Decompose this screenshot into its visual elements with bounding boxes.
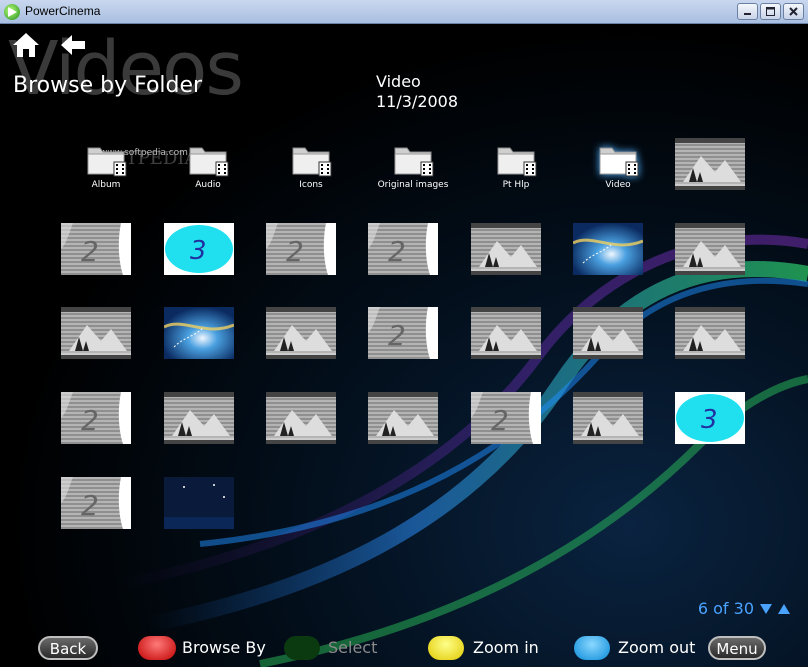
folder-item[interactable]: Original images <box>368 140 458 190</box>
folder-icon <box>84 140 128 178</box>
svg-text:2: 2 <box>388 235 406 268</box>
svg-text:2: 2 <box>81 235 99 268</box>
powercinema-app-icon <box>4 4 20 20</box>
video-thumbnail[interactable]: 2 <box>61 392 131 444</box>
page-subtitle: Browse by Folder <box>13 73 203 98</box>
home-icon[interactable] <box>12 32 40 58</box>
video-thumbnail[interactable] <box>573 223 643 275</box>
page-down-icon[interactable] <box>760 603 772 614</box>
video-thumbnail[interactable] <box>266 392 336 444</box>
video-thumbnail[interactable]: 2 <box>61 223 131 275</box>
folder-icon <box>186 140 230 178</box>
folder-item[interactable]: Pt Hlp <box>471 140 561 190</box>
svg-text:2: 2 <box>81 404 99 437</box>
yellow-key-icon <box>428 636 464 660</box>
video-thumbnail[interactable]: 3 <box>164 223 234 275</box>
zoom-out-button[interactable]: Zoom out <box>618 636 695 660</box>
video-thumbnail[interactable]: 2 <box>471 392 541 444</box>
folder-icon <box>391 140 435 178</box>
video-thumbnail[interactable] <box>471 307 541 359</box>
page-counter: 6 of 30 <box>697 599 754 618</box>
menu-button[interactable]: Menu <box>708 636 766 660</box>
video-thumbnail[interactable] <box>164 477 234 529</box>
footer-controls: Back Browse By Select Zoom in Zoom out M… <box>0 630 808 666</box>
blue-key-icon <box>574 636 610 660</box>
video-thumbnail[interactable] <box>368 392 438 444</box>
pager: 6 of 30 <box>698 599 790 618</box>
powercinema-window: PowerCinema Videos Browse by Folder Vide… <box>0 0 808 667</box>
back-button[interactable]: Back <box>38 636 98 660</box>
page-up-icon[interactable] <box>778 603 790 614</box>
folder-label: Video <box>605 180 631 190</box>
folder-icon <box>289 140 333 178</box>
svg-text:3: 3 <box>701 405 718 435</box>
zoom-in-button[interactable]: Zoom in <box>473 636 539 660</box>
folder-label: Icons <box>299 180 323 190</box>
folder-label: Original images <box>377 180 449 190</box>
title-bar: PowerCinema <box>0 0 808 24</box>
close-button[interactable] <box>783 3 804 20</box>
select-button[interactable]: Select <box>328 636 377 660</box>
svg-text:2: 2 <box>81 489 99 522</box>
video-thumbnail[interactable]: 3 <box>675 392 745 444</box>
svg-text:2: 2 <box>286 235 304 268</box>
browse-by-button[interactable]: Browse By <box>182 636 266 660</box>
selection-info: Video 11/3/2008 <box>376 72 458 112</box>
video-thumbnail[interactable] <box>61 307 131 359</box>
main-content: Videos Browse by Folder Video 11/3/2008 … <box>0 24 808 667</box>
video-thumbnail[interactable]: 2 <box>368 307 438 359</box>
folder-item[interactable]: Video <box>573 140 663 190</box>
video-thumbnail[interactable]: 2 <box>368 223 438 275</box>
video-thumbnail[interactable] <box>573 392 643 444</box>
maximize-button[interactable] <box>760 3 781 20</box>
back-arrow-icon[interactable] <box>60 34 86 56</box>
video-thumbnail[interactable] <box>675 307 745 359</box>
selected-item-name: Video <box>376 72 421 91</box>
video-thumbnail[interactable] <box>164 392 234 444</box>
folder-item[interactable]: Audio <box>163 140 253 190</box>
video-thumbnail[interactable] <box>675 223 745 275</box>
folder-label: Album <box>91 180 121 190</box>
red-key-icon <box>138 636 176 660</box>
minimize-icon <box>744 13 751 15</box>
folder-icon <box>596 140 640 178</box>
folder-item[interactable]: Icons <box>266 140 356 190</box>
video-thumbnail[interactable] <box>573 307 643 359</box>
selected-item-date: 11/3/2008 <box>376 92 459 111</box>
video-thumbnail[interactable]: 2 <box>61 477 131 529</box>
window-title: PowerCinema <box>25 4 101 18</box>
folder-item[interactable]: Album <box>61 140 151 190</box>
minimize-button[interactable] <box>737 3 758 20</box>
folder-icon <box>494 140 538 178</box>
video-thumbnail[interactable] <box>164 307 234 359</box>
maximize-icon <box>766 7 775 16</box>
svg-text:2: 2 <box>388 319 406 352</box>
svg-text:2: 2 <box>491 404 509 437</box>
close-icon <box>789 7 798 16</box>
folder-label: Audio <box>195 180 221 190</box>
video-thumbnail[interactable] <box>266 307 336 359</box>
folder-label: Pt Hlp <box>502 180 530 190</box>
video-thumbnail[interactable]: 2 <box>266 223 336 275</box>
video-thumbnail[interactable] <box>675 138 745 190</box>
svg-text:3: 3 <box>190 236 207 266</box>
green-key-icon <box>284 636 320 660</box>
video-thumbnail[interactable] <box>471 223 541 275</box>
